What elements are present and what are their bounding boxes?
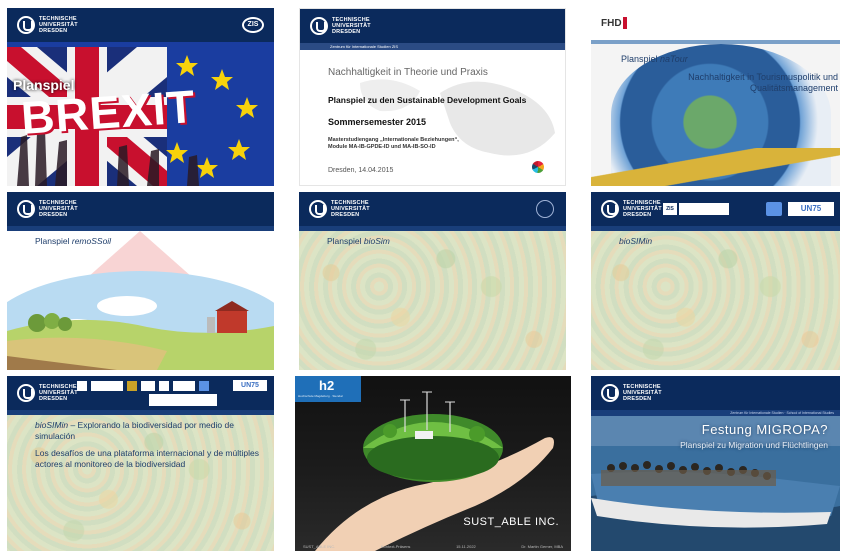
un75-badge: UN75 [788, 202, 834, 216]
footer-left: SUST_ABLE INC. [303, 544, 336, 549]
logo-line: DRESDEN [39, 212, 68, 218]
slide-title: Planspiel naTour [621, 54, 688, 64]
logo-line: DRESDEN [39, 28, 68, 34]
footer-right: Dr. Martin Gerner, MBA [521, 544, 563, 549]
footer-mid: Kontext-Präsens [380, 544, 411, 549]
partner-logo-badge [679, 203, 729, 215]
un-emblem-icon [766, 202, 782, 216]
tile-header: TECHNISCHE UNIVERSITÄT DRESDEN ZIS UN75 [591, 192, 840, 226]
fhd-logo: FHD [601, 18, 622, 29]
tud-logo-icon [17, 200, 35, 218]
slide-title: Planspiel remoSSoil [35, 236, 111, 246]
tile-header: TECHNISCHE UNIVERSITÄT DRESDEN [300, 9, 565, 43]
tud-logo-icon [601, 200, 619, 218]
slide-semester: Sommersemester 2015 [328, 117, 427, 127]
sub-header: Zentrum für Internationale Studien ZIS [300, 43, 565, 50]
tile-header: TECHNISCHE UNIVERSITÄT DRESDEN UN75 [7, 376, 274, 410]
title-prefix: Planspiel [35, 236, 72, 246]
tud-logo: TECHNISCHE UNIVERSITÄT DRESDEN [601, 384, 662, 402]
tud-logo: TECHNISCHE UNIVERSITÄT DRESDEN [17, 200, 78, 218]
farm-illustration [7, 231, 274, 370]
brand-name: SUST_ABLE INC. [463, 516, 559, 528]
slide-title: Planspiel zu den Sustainable Development… [328, 95, 527, 105]
slide-heading: Nachhaltigkeit in Theorie und Praxis [328, 67, 488, 78]
tile-header: TECHNISCHE UNIVERSITÄT DRESDEN [7, 192, 274, 226]
tud-logo-icon [601, 384, 619, 402]
tud-logo: TECHNISCHE UNIVERSITÄT DRESDEN [601, 200, 662, 218]
logo-line: DRESDEN [623, 396, 652, 402]
partner-logo-strip [77, 381, 232, 391]
slide-footer: SUST_ABLE INC. Kontext-Präsens 15.11.202… [295, 543, 571, 551]
tud-logo-icon [310, 17, 328, 35]
title-italic: bioSIMin [619, 236, 653, 246]
tile-header: TECHNISCHE UNIVERSITÄT DRESDEN [591, 376, 840, 410]
title-italic: bioSim [363, 236, 390, 246]
tile-migropa[interactable]: TECHNISCHE UNIVERSITÄT DRESDEN Zentrum f… [591, 376, 840, 551]
tile-biosimin-es[interactable]: TECHNISCHE UNIVERSITÄT DRESDEN UN75 bioS… [7, 376, 274, 551]
title-italic: naTour [660, 54, 688, 64]
un75-badge: UN75 [233, 380, 267, 391]
forest-background [299, 231, 566, 370]
tile-header: TECHNISCHE UNIVERSITÄT DRESDEN [299, 192, 566, 226]
tile-brexit[interactable]: TECHNISCHE UNIVERSITÄT DRESDEN ZIS Plans… [7, 8, 274, 186]
tile-remossoil[interactable]: TECHNISCHE UNIVERSITÄT DRESDEN Planspiel… [7, 192, 274, 370]
slide-date: Dresden, 14.04.2015 [328, 167, 394, 174]
tud-logo: TECHNISCHE UNIVERSITÄT DRESDEN [17, 384, 78, 402]
tile-header: TECHNISCHE UNIVERSITÄT DRESDEN ZIS [7, 8, 274, 42]
zis-logo-badge: ZIS [663, 203, 677, 215]
tile-biosim[interactable]: TECHNISCHE UNIVERSITÄT DRESDEN Planspiel… [299, 192, 566, 370]
slide-line: Masterstudiengang „Internationale Bezieh… [328, 137, 459, 143]
tile-biosimin[interactable]: TECHNISCHE UNIVERSITÄT DRESDEN ZIS UN75 … [591, 192, 840, 370]
tud-logo: TECHNISCHE UNIVERSITÄT DRESDEN [309, 200, 370, 218]
slide-title: bioSIMin – Explorando la biodiversidad p… [35, 420, 265, 442]
forest-background [591, 231, 840, 370]
tile-sustable[interactable]: h2 Hochschule Magdeburg · Stendal SUST_A… [295, 376, 571, 551]
seal-icon [536, 200, 554, 218]
fhd-header: FHD [591, 8, 840, 40]
hammock-graphic [591, 148, 840, 186]
slide-body: Los desafíos de una plataforma internaci… [35, 448, 259, 469]
fhd-logo-icon [623, 17, 627, 29]
slide-line: Module MA-IB-GPDE-ID und MA-IB-SO-ID [328, 144, 436, 150]
slide-subtitle: Nachhaltigkeit in Tourismuspolitik und Q… [688, 72, 838, 93]
tile-sdg[interactable]: TECHNISCHE UNIVERSITÄT DRESDEN Zentrum für… [299, 8, 566, 186]
logo-line: DRESDEN [623, 212, 652, 218]
slide-subtitle: Planspiel zu Migration und Flüchtlingen [680, 440, 828, 450]
logo-line: DRESDEN [331, 212, 360, 218]
brexit-image: Planspiel BREXIT [7, 47, 274, 186]
footer-date: 15.11.2022 [456, 544, 476, 549]
zis-badge: ZIS [242, 17, 264, 33]
title-prefix: Planspiel [621, 54, 661, 64]
logo-line: DRESDEN [39, 396, 68, 402]
slide-title: Festung MIGROPA? [701, 422, 828, 437]
slide-title: bioSIMin [619, 236, 652, 246]
tud-logo-icon [17, 384, 35, 402]
title-italic: remoSSoil [71, 236, 112, 246]
title-prefix: Planspiel [327, 236, 364, 246]
slide-title: Planspiel bioSim [327, 236, 390, 246]
tud-logo-icon [17, 16, 35, 34]
sdg-wheel-icon [532, 161, 544, 173]
tud-logo: TECHNISCHE UNIVERSITÄT DRESDEN [310, 17, 371, 35]
tile-natour[interactable]: FHD Planspiel naTour Nachhaltigkeit in T… [591, 8, 840, 186]
tud-logo-icon [309, 200, 327, 218]
university-logo-badge [149, 394, 217, 406]
title-italic: bioSIMin [35, 420, 69, 430]
tud-logo: TECHNISCHE UNIVERSITÄT DRESDEN [17, 16, 78, 34]
